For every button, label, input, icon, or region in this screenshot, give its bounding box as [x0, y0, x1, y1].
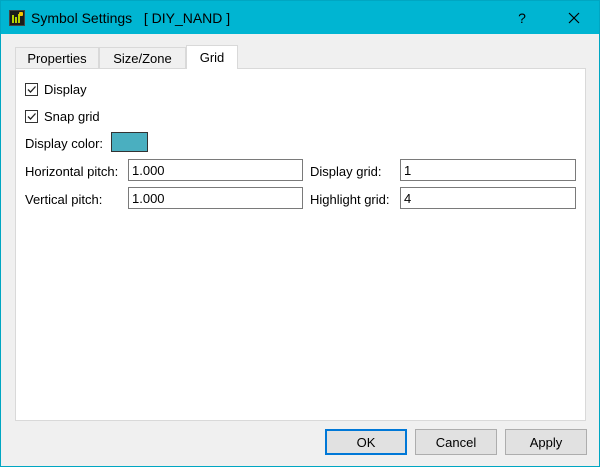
window-title: Symbol Settings [ DIY_NAND ] [31, 10, 231, 26]
snap-grid-checkbox[interactable] [25, 109, 38, 123]
display-checkbox-row[interactable]: Display [25, 81, 87, 97]
display-grid-label: Display grid: [310, 164, 382, 179]
help-button[interactable]: ? [499, 1, 545, 34]
app-icon [9, 10, 25, 26]
tab-properties[interactable]: Properties [15, 47, 99, 69]
snap-grid-checkbox-label: Snap grid [44, 108, 100, 124]
vertical-pitch-label: Vertical pitch: [25, 192, 103, 207]
checkmark-icon [27, 112, 36, 120]
apply-button[interactable]: Apply [505, 429, 587, 455]
cancel-button[interactable]: Cancel [415, 429, 497, 455]
symbol-settings-dialog: Symbol Settings [ DIY_NAND ] ? Propertie… [0, 0, 600, 467]
horizontal-pitch-input[interactable] [128, 159, 303, 181]
ok-button[interactable]: OK [325, 429, 407, 455]
close-button[interactable] [551, 1, 597, 34]
horizontal-pitch-label: Horizontal pitch: [25, 164, 119, 179]
title-bar[interactable]: Symbol Settings [ DIY_NAND ] ? [1, 1, 599, 34]
tab-grid[interactable]: Grid [186, 45, 238, 69]
grid-tab-panel [15, 68, 586, 421]
highlight-grid-input[interactable] [400, 187, 576, 209]
highlight-grid-label: Highlight grid: [310, 192, 390, 207]
snap-grid-checkbox-row[interactable]: Snap grid [25, 108, 100, 124]
tab-size-zone[interactable]: Size/Zone [99, 47, 186, 69]
display-color-label: Display color: [25, 136, 104, 151]
checkmark-icon [27, 85, 36, 93]
vertical-pitch-input[interactable] [128, 187, 303, 209]
display-color-swatch[interactable] [111, 132, 148, 152]
display-grid-input[interactable] [400, 159, 576, 181]
close-icon [568, 12, 580, 23]
display-checkbox[interactable] [25, 82, 38, 96]
display-checkbox-label: Display [44, 81, 87, 97]
